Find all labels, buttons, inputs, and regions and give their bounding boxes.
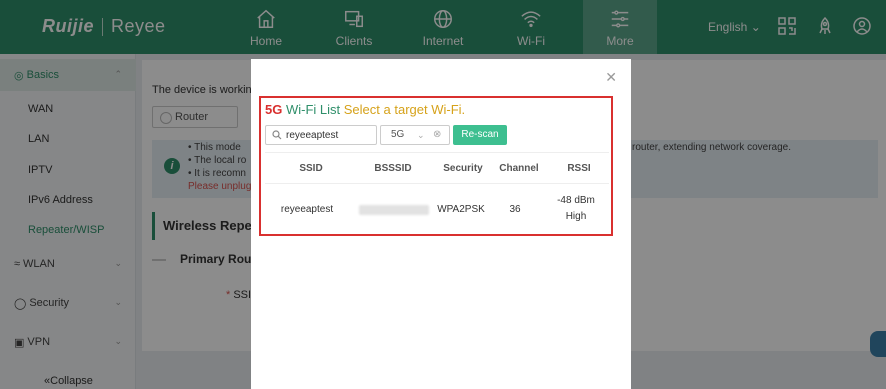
search-icon <box>272 130 282 140</box>
table-header: SSID BSSSID Security Channel RSSI <box>265 152 609 184</box>
wifi-list-dialog: ✕ 5G Wi-Fi List Select a target Wi-Fi. r… <box>251 59 631 389</box>
search-value: reyeeaptest <box>286 129 339 141</box>
title-list: Wi-Fi List <box>285 102 341 117</box>
col-bssid: BSSSID <box>374 163 412 174</box>
close-icon[interactable]: ✕ <box>605 69 617 86</box>
row-channel: 36 <box>509 204 521 215</box>
title-select: Select a target Wi-Fi. <box>343 102 466 117</box>
row-rssi: -48 dBm <box>557 195 595 206</box>
dialog-title: 5G Wi-Fi List Select a target Wi-Fi. <box>265 102 465 117</box>
bssid-redacted <box>359 205 429 215</box>
col-channel: Channel <box>499 163 539 174</box>
ssid-search-input[interactable]: reyeeaptest <box>265 125 377 145</box>
col-security: Security <box>443 163 483 174</box>
title-band: 5G <box>265 102 283 117</box>
chevron-down-icon: ⌄ <box>417 130 425 140</box>
band-value: 5G <box>391 129 405 140</box>
row-ssid[interactable]: reyeeaptest <box>277 204 337 215</box>
col-rssi: RSSI <box>567 163 591 174</box>
rescan-button[interactable]: Re-scan <box>453 125 507 145</box>
row-quality: High <box>565 211 587 222</box>
band-select[interactable]: 5G ⌄ ⊗ <box>380 125 450 145</box>
highlight-box: 5G Wi-Fi List Select a target Wi-Fi. rey… <box>259 96 613 236</box>
col-ssid: SSID <box>299 163 323 174</box>
row-security: WPA2PSK <box>437 204 485 215</box>
clear-icon[interactable]: ⊗ <box>433 126 441 144</box>
